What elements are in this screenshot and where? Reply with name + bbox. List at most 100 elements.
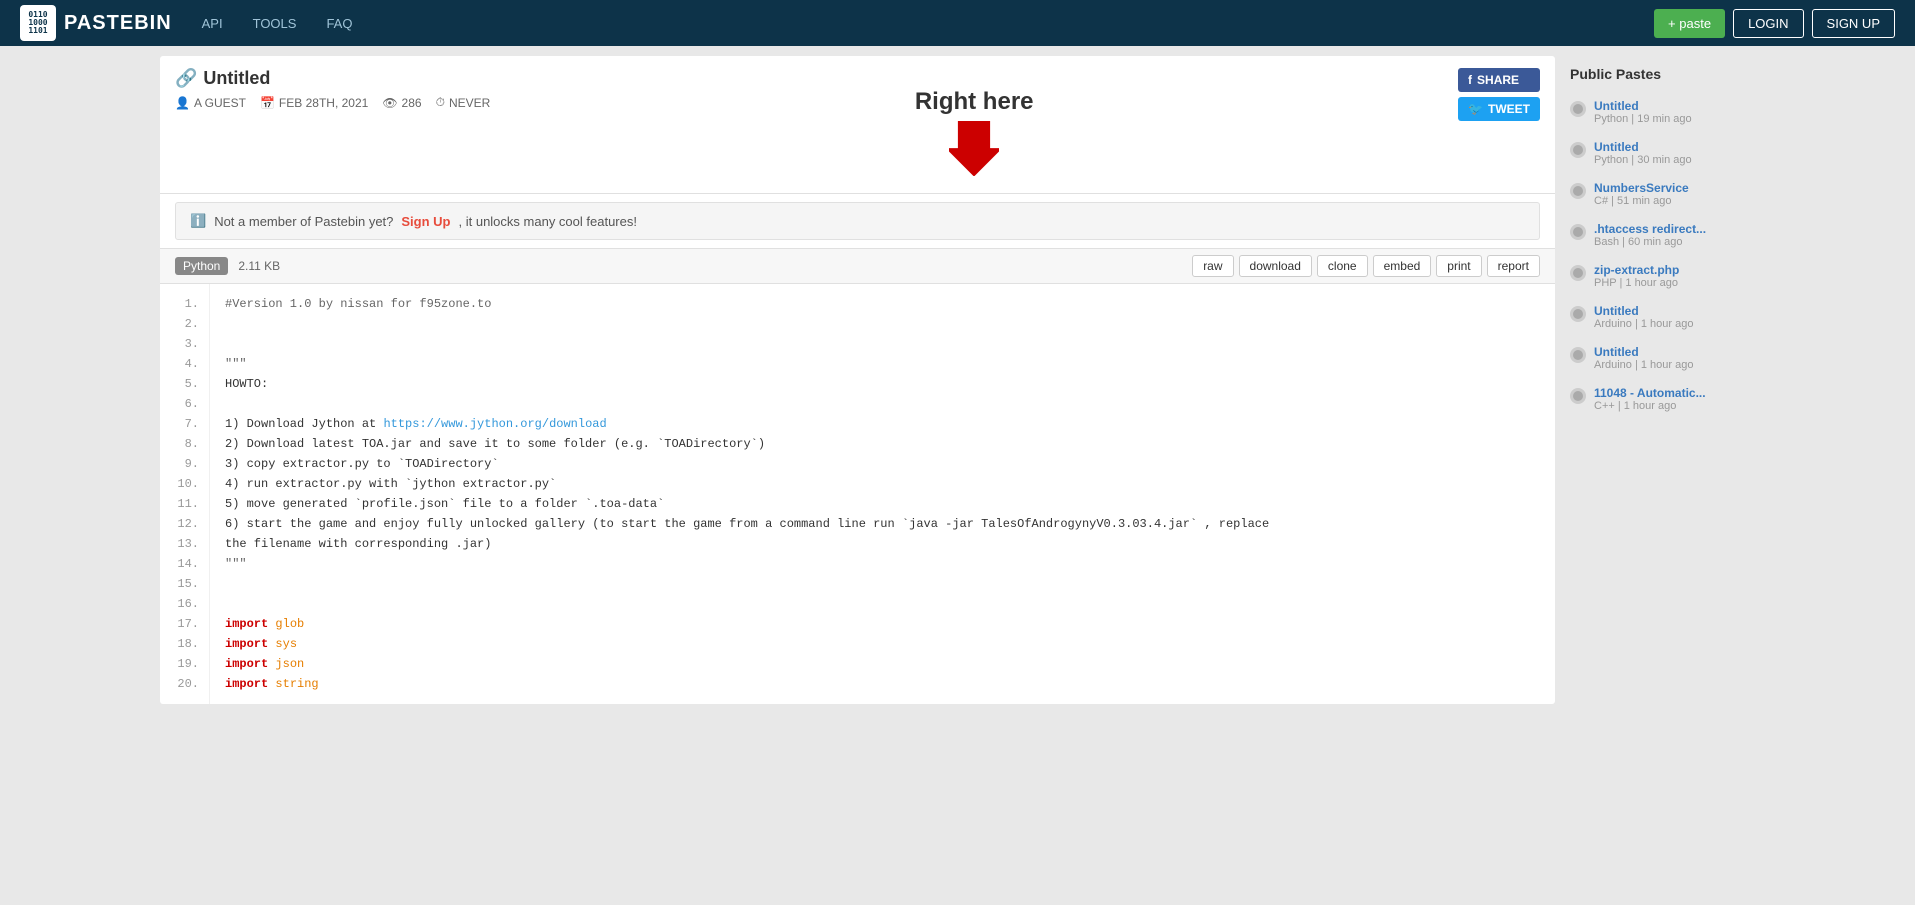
paste-item-info: NumbersService C# | 51 min ago [1594,181,1689,207]
paste-item-title: NumbersService [1594,181,1689,195]
signup-link[interactable]: Sign Up [401,214,450,229]
code-content: #Version 1.0 by nissan for f95zone.to ""… [210,284,1555,704]
tw-icon: 🐦 [1468,102,1483,116]
paste-title-text: Untitled [203,68,270,89]
paste-item-info: Untitled Arduino | 1 hour ago [1594,304,1693,330]
expiry-meta: ⏱ NEVER [436,95,491,110]
paste-item-info: 11048 - Automatic... C++ | 1 hour ago [1594,386,1706,412]
paste-item-icon [1570,388,1586,404]
fb-share-label: SHARE [1477,73,1519,87]
embed-button[interactable]: embed [1373,255,1432,277]
content-area: 🔗 Untitled 👤 A GUEST 📅 FEB 28TH, 2021 👁 … [160,56,1555,704]
language-badge: Python [175,257,228,275]
author-meta: 👤 A GUEST [175,96,246,110]
right-here-text: Right here [915,88,1034,116]
paste-header: 🔗 Untitled 👤 A GUEST 📅 FEB 28TH, 2021 👁 … [160,56,1555,194]
print-button[interactable]: print [1436,255,1481,277]
paste-item-info: .htaccess redirect... Bash | 60 min ago [1594,222,1706,248]
paste-item-info: Untitled Arduino | 1 hour ago [1594,345,1693,371]
nav-faq[interactable]: FAQ [326,16,352,31]
twitter-tweet-button[interactable]: 🐦 TWEET [1458,97,1540,121]
date-text: FEB 28TH, 2021 [279,96,368,110]
header: 011010001101 PASTEBIN API TOOLS FAQ + pa… [0,0,1915,46]
sidebar-paste-item[interactable]: Untitled Python | 30 min ago [1570,133,1755,174]
link-icon: 🔗 [175,68,197,89]
calendar-icon: 📅 [260,96,275,110]
signup-button[interactable]: SIGN UP [1812,9,1895,38]
paste-item-info: Untitled Python | 19 min ago [1594,99,1692,125]
paste-title-area: 🔗 Untitled 👤 A GUEST 📅 FEB 28TH, 2021 👁 … [175,68,490,110]
author-text: A GUEST [194,96,246,110]
paste-item-meta: Arduino | 1 hour ago [1594,359,1693,371]
sidebar-paste-item[interactable]: zip-extract.php PHP | 1 hour ago [1570,256,1755,297]
user-icon: 👤 [175,96,190,110]
paste-item-icon [1570,142,1586,158]
info-icon: ℹ️ [190,213,206,229]
annotation-area: Right here [915,68,1034,181]
paste-item-meta: C# | 51 min ago [1594,195,1689,207]
logo-icon: 011010001101 [20,5,56,41]
paste-item-info: Untitled Python | 30 min ago [1594,140,1692,166]
logo-text: PASTEBIN [64,12,172,35]
login-button[interactable]: LOGIN [1733,9,1803,38]
header-right: + paste LOGIN SIGN UP [1654,9,1895,38]
notice-suffix: , it unlocks many cool features! [459,214,637,229]
views-text: 286 [402,96,422,110]
fb-icon: f [1468,73,1472,87]
social-buttons: f SHARE 🐦 TWEET [1458,68,1540,121]
paste-item-meta: PHP | 1 hour ago [1594,277,1679,289]
paste-item-icon [1570,347,1586,363]
sidebar-paste-item[interactable]: NumbersService C# | 51 min ago [1570,174,1755,215]
paste-title: 🔗 Untitled [175,68,490,89]
code-toolbar: Python 2.11 KB raw download clone embed … [160,248,1555,284]
paste-item-title: .htaccess redirect... [1594,222,1706,236]
paste-item-title: Untitled [1594,304,1693,318]
logo-area: 011010001101 PASTEBIN [20,5,172,41]
sidebar-paste-item[interactable]: Untitled Arduino | 1 hour ago [1570,338,1755,379]
code-block: 1. 2. 3. 4. 5. 6. 7. 8. 9. 10. 11. 12. 1… [160,284,1555,704]
facebook-share-button[interactable]: f SHARE [1458,68,1540,92]
download-button[interactable]: download [1239,255,1312,277]
paste-list: Untitled Python | 19 min ago Untitled Py… [1570,92,1755,420]
paste-item-icon [1570,224,1586,240]
report-button[interactable]: report [1487,255,1540,277]
paste-item-meta: Python | 30 min ago [1594,154,1692,166]
paste-item-meta: C++ | 1 hour ago [1594,400,1706,412]
main-layout: 🔗 Untitled 👤 A GUEST 📅 FEB 28TH, 2021 👁 … [0,46,1915,714]
date-meta: 📅 FEB 28TH, 2021 [260,96,368,110]
raw-button[interactable]: raw [1192,255,1233,277]
paste-item-icon [1570,265,1586,281]
sidebar-paste-item[interactable]: Untitled Arduino | 1 hour ago [1570,297,1755,338]
arrow-down-icon [949,121,999,176]
paste-item-meta: Arduino | 1 hour ago [1594,318,1693,330]
clone-button[interactable]: clone [1317,255,1368,277]
expiry-text: NEVER [449,96,490,110]
sidebar-paste-item[interactable]: 11048 - Automatic... C++ | 1 hour ago [1570,379,1755,420]
code-toolbar-left: Python 2.11 KB [175,257,280,275]
file-size: 2.11 KB [238,259,280,273]
paste-item-title: zip-extract.php [1594,263,1679,277]
paste-item-meta: Bash | 60 min ago [1594,236,1706,248]
tw-tweet-label: TWEET [1488,102,1530,116]
paste-item-icon [1570,183,1586,199]
paste-item-info: zip-extract.php PHP | 1 hour ago [1594,263,1679,289]
paste-item-title: Untitled [1594,345,1693,359]
clock-icon: ⏱ [436,95,445,110]
paste-item-title: Untitled [1594,99,1692,113]
paste-item-icon [1570,306,1586,322]
nav-tools[interactable]: TOOLS [253,16,297,31]
sidebar-paste-item[interactable]: .htaccess redirect... Bash | 60 min ago [1570,215,1755,256]
paste-meta: 👤 A GUEST 📅 FEB 28TH, 2021 👁 286 ⏱ NEVER [175,95,490,110]
sidebar-paste-item[interactable]: Untitled Python | 19 min ago [1570,92,1755,133]
notice-text: Not a member of Pastebin yet? [214,214,393,229]
line-numbers: 1. 2. 3. 4. 5. 6. 7. 8. 9. 10. 11. 12. 1… [160,284,210,704]
paste-item-title: Untitled [1594,140,1692,154]
paste-item-title: 11048 - Automatic... [1594,386,1706,400]
paste-item-icon [1570,101,1586,117]
notice-bar: ℹ️ Not a member of Pastebin yet? Sign Up… [175,202,1540,240]
public-pastes-header: Public Pastes [1570,66,1755,82]
nav-api[interactable]: API [202,16,223,31]
paste-item-meta: Python | 19 min ago [1594,113,1692,125]
eye-icon: 👁 [382,96,397,110]
new-paste-button[interactable]: + paste [1654,9,1725,38]
